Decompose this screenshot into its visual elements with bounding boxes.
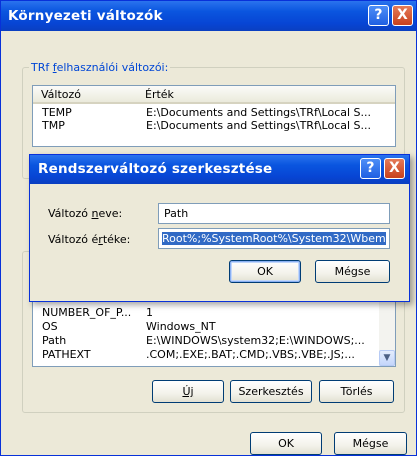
variable-name: OS: [42, 320, 58, 333]
list-header: Változó Érték: [33, 86, 395, 104]
dialog-cancel-button[interactable]: Mégse: [315, 260, 390, 283]
list-item[interactable]: Path E:\WINDOWS\system32;E:\WINDOWS;...: [33, 334, 395, 347]
system-variables-list[interactable]: NUMBER_OF_P... 1 OS Windows_NT Path E:\W…: [32, 300, 396, 367]
dialog-help-icon[interactable]: ?: [360, 158, 381, 179]
list-item[interactable]: PATHEXT .COM;.EXE;.BAT;.CMD;.VBS;.VBE;.J…: [33, 348, 395, 361]
scroll-down-icon[interactable]: ▼: [379, 350, 395, 366]
cancel-button[interactable]: Mégse: [334, 432, 407, 455]
list-item[interactable]: TMP E:\Documents and Settings\TRf\Local …: [33, 119, 395, 132]
edit-variable-dialog: Rendszerváltozó szerkesztése ? X Változó…: [29, 154, 410, 302]
help-icon[interactable]: ?: [368, 5, 389, 26]
dialog-close-icon[interactable]: X: [384, 158, 405, 179]
user-variables-list[interactable]: Változó Érték TEMP E:\Documents and Sett…: [32, 85, 396, 147]
vertical-scrollbar[interactable]: ▼: [379, 301, 395, 366]
column-header-name[interactable]: Változó: [41, 88, 81, 101]
variable-name-label: Változó neve:: [48, 207, 123, 220]
variable-value: Windows_NT: [146, 320, 216, 333]
column-header-value[interactable]: Érték: [145, 88, 174, 101]
variable-value-label: Változó értéke:: [48, 233, 131, 246]
delete-button[interactable]: Törlés: [319, 380, 394, 403]
ok-button[interactable]: OK: [250, 432, 322, 455]
window-title: Környezeti változók: [8, 8, 163, 24]
variable-name-input[interactable]: Path: [158, 203, 390, 224]
window-titlebar[interactable]: Környezeti változók ? X: [1, 1, 416, 31]
list-item[interactable]: OS Windows_NT: [33, 320, 395, 333]
variable-value: E:\Documents and Settings\TRf\Local S...: [146, 106, 372, 119]
variable-name: TMP: [42, 119, 65, 132]
close-icon[interactable]: X: [392, 5, 413, 26]
list-item[interactable]: NUMBER_OF_P... 1: [33, 306, 395, 319]
variable-value: E:\Documents and Settings\TRf\Local S...: [146, 119, 372, 132]
variable-value-input[interactable]: Root%;%SystemRoot%\System32\Wbem: [158, 228, 390, 249]
user-variables-label: TRf felhasználói változói:: [29, 61, 171, 74]
dialog-title: Rendszerváltozó szerkesztése: [38, 161, 273, 177]
variable-value-text: Root%;%SystemRoot%\System32\Wbem: [162, 232, 386, 245]
edit-button[interactable]: Szerkesztés: [230, 380, 312, 403]
dialog-titlebar[interactable]: Rendszerváltozó szerkesztése ? X: [30, 155, 409, 184]
variable-value: 1: [146, 306, 153, 319]
new-button[interactable]: Új: [152, 380, 224, 403]
variable-name: PATHEXT: [42, 348, 91, 361]
variable-value: .COM;.EXE;.BAT;.CMD;.VBS;.VBE;.JS;...: [146, 348, 355, 361]
variable-name: NUMBER_OF_P...: [42, 306, 132, 319]
dialog-ok-button[interactable]: OK: [229, 260, 301, 283]
list-item[interactable]: TEMP E:\Documents and Settings\TRf\Local…: [33, 106, 395, 119]
variable-value: E:\WINDOWS\system32;E:\WINDOWS;...: [146, 334, 365, 347]
variable-name: TEMP: [42, 106, 72, 119]
new-button-label: Új: [182, 385, 194, 398]
variable-name: Path: [42, 334, 67, 347]
